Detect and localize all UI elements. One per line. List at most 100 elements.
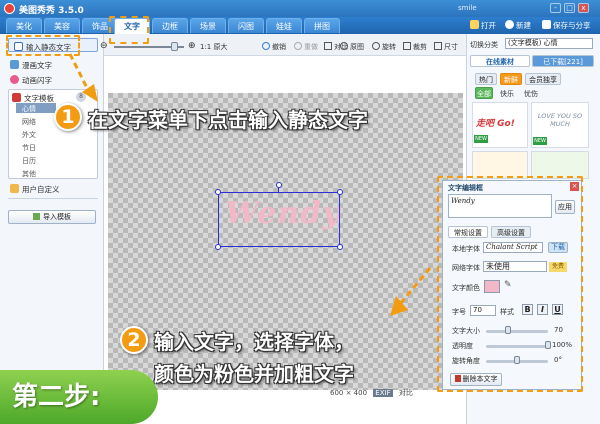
doodle-text-item[interactable]: 漫画文字	[10, 60, 52, 71]
folder-icon	[10, 184, 19, 193]
tab-collage[interactable]: 拼图	[304, 18, 340, 33]
switch-category-label: 切换分类	[470, 41, 498, 49]
minimize-button[interactable]: -	[550, 3, 561, 13]
template-thumb-3[interactable]	[472, 151, 528, 179]
import-icon	[33, 213, 40, 220]
close-button[interactable]: x	[578, 3, 589, 13]
zoom-in-icon[interactable]: ⊕	[188, 41, 196, 51]
sub-item-web[interactable]: 网络	[22, 117, 36, 127]
import-label: 导入模板	[43, 213, 71, 221]
step1-annotation: 在文字菜单下点击输入静态文字	[88, 108, 368, 132]
maximize-button[interactable]: □	[564, 3, 575, 13]
category-select-value: (文字模板) 心情	[508, 39, 558, 47]
template-thumb-2-text: LOVE YOU SO MUCH	[537, 112, 583, 128]
redo-icon	[294, 42, 302, 50]
template-thumb-4[interactable]	[531, 151, 589, 179]
highlight-editor	[437, 176, 583, 392]
crop-button[interactable]: 裁剪	[403, 42, 427, 52]
new-badge-1: NEW	[474, 135, 488, 143]
undo-label: 撤销	[272, 43, 286, 51]
tab-online-materials[interactable]: 在线素材	[470, 55, 530, 67]
rotate-handle[interactable]	[276, 182, 282, 188]
user-custom-item[interactable]: 用户自定义	[10, 184, 60, 195]
original-size-button[interactable]: 1:1 原大	[200, 42, 228, 52]
doodle-text-label: 漫画文字	[22, 61, 52, 70]
import-template-button[interactable]: 导入模板	[8, 210, 96, 224]
category-select[interactable]: (文字模板) 心情	[505, 38, 593, 49]
exif-badge[interactable]: EXIF	[373, 389, 393, 397]
zoom-slider-knob[interactable]	[170, 42, 178, 51]
compare-icon	[324, 42, 332, 50]
filter-new[interactable]: 新鲜	[500, 73, 522, 85]
arrow-2-head	[390, 296, 408, 316]
tab-beauty[interactable]: 美容	[44, 18, 80, 33]
original-image-label: 原图	[350, 43, 364, 51]
sub-item-calendar[interactable]: 日历	[22, 156, 36, 166]
tab-doll[interactable]: 娃娃	[266, 18, 302, 33]
arrow-2	[390, 267, 432, 316]
filter-all[interactable]: 全部	[475, 87, 493, 99]
filter-hot[interactable]: 热门	[475, 73, 497, 85]
crop-label: 裁剪	[413, 43, 427, 51]
filter-sad[interactable]: 忧伤	[524, 89, 538, 99]
new-button[interactable]: 新建	[505, 20, 531, 31]
template-text-label: 文字模板	[24, 94, 54, 103]
resize-handle-tl[interactable]	[215, 189, 221, 195]
tab-flash[interactable]: 闪图	[228, 18, 264, 33]
menu-bar: 美化 美容 饰品 文字 边框 场景 闪图 娃娃 拼图 打开 新建 保存与分享	[0, 17, 600, 34]
highlight-text-tab	[109, 16, 149, 44]
crop-icon	[403, 42, 411, 50]
resize-handle-bl[interactable]	[215, 244, 221, 250]
compare-toggle[interactable]: 对比	[399, 389, 413, 397]
resize-handle-tr[interactable]	[337, 189, 343, 195]
arrow-1-head	[82, 84, 98, 102]
undo-button[interactable]: 撤销	[262, 42, 286, 52]
app-logo-icon	[4, 3, 15, 14]
step1-badge: 1	[54, 103, 82, 131]
undo-icon	[262, 42, 270, 50]
sub-item-other[interactable]: 其他	[22, 169, 36, 179]
template-thumb-1-text: 走吧 Go!	[476, 119, 515, 129]
love-icon	[12, 93, 21, 102]
user-name[interactable]: smile	[458, 4, 477, 12]
user-custom-label: 用户自定义	[22, 185, 60, 194]
flash-heart-icon	[10, 75, 19, 84]
tab-beautify[interactable]: 美化	[6, 18, 42, 33]
sub-item-foreign[interactable]: 外文	[22, 130, 36, 140]
tab-downloaded[interactable]: 已下载[221]	[532, 55, 594, 67]
rotate-handle-stem	[278, 188, 279, 193]
rotate-button[interactable]: 旋转	[372, 42, 396, 52]
new-label: 新建	[516, 21, 531, 30]
app-title: 美图秀秀 3.5.0	[19, 6, 84, 16]
save-icon	[542, 20, 551, 29]
resize-label: 尺寸	[444, 43, 458, 51]
new-badge-2: NEW	[533, 137, 547, 145]
sub-item-festival[interactable]: 节日	[22, 143, 36, 153]
plus-icon	[505, 20, 514, 29]
filter-vip[interactable]: 会员独享	[525, 73, 561, 85]
resize-handle-br[interactable]	[337, 244, 343, 250]
sub-item-mood[interactable]: 心情	[22, 104, 36, 114]
image-dimensions: 600 × 400	[330, 389, 368, 397]
text-selection-box[interactable]	[218, 192, 340, 247]
tab-scene[interactable]: 场景	[190, 18, 226, 33]
step2-annotation-line1: 输入文字，选择字体，	[154, 330, 354, 354]
open-button[interactable]: 打开	[470, 20, 496, 31]
filter-happy[interactable]: 快乐	[500, 89, 514, 99]
status-bar: 600 × 400 EXIF 对比	[330, 388, 413, 398]
resize-button[interactable]: 尺寸	[434, 42, 458, 52]
original-image-button[interactable]: 原图	[340, 42, 364, 52]
image-icon	[340, 42, 348, 50]
save-share-button[interactable]: 保存与分享	[542, 20, 591, 31]
open-label: 打开	[481, 21, 496, 30]
redo-label: 重做	[304, 43, 318, 51]
resize-icon	[434, 42, 442, 50]
arrow-1-line	[68, 53, 90, 91]
title-bar: 美图秀秀 3.5.0 smile - □ x	[0, 0, 600, 17]
redo-button[interactable]: 重做	[294, 42, 318, 52]
step2-badge: 2	[120, 326, 148, 354]
dynamic-text-label: 动画闪字	[22, 76, 52, 85]
step-label: 第二步:	[0, 370, 158, 424]
dynamic-text-item[interactable]: 动画闪字	[10, 75, 52, 86]
tab-border[interactable]: 边框	[152, 18, 188, 33]
